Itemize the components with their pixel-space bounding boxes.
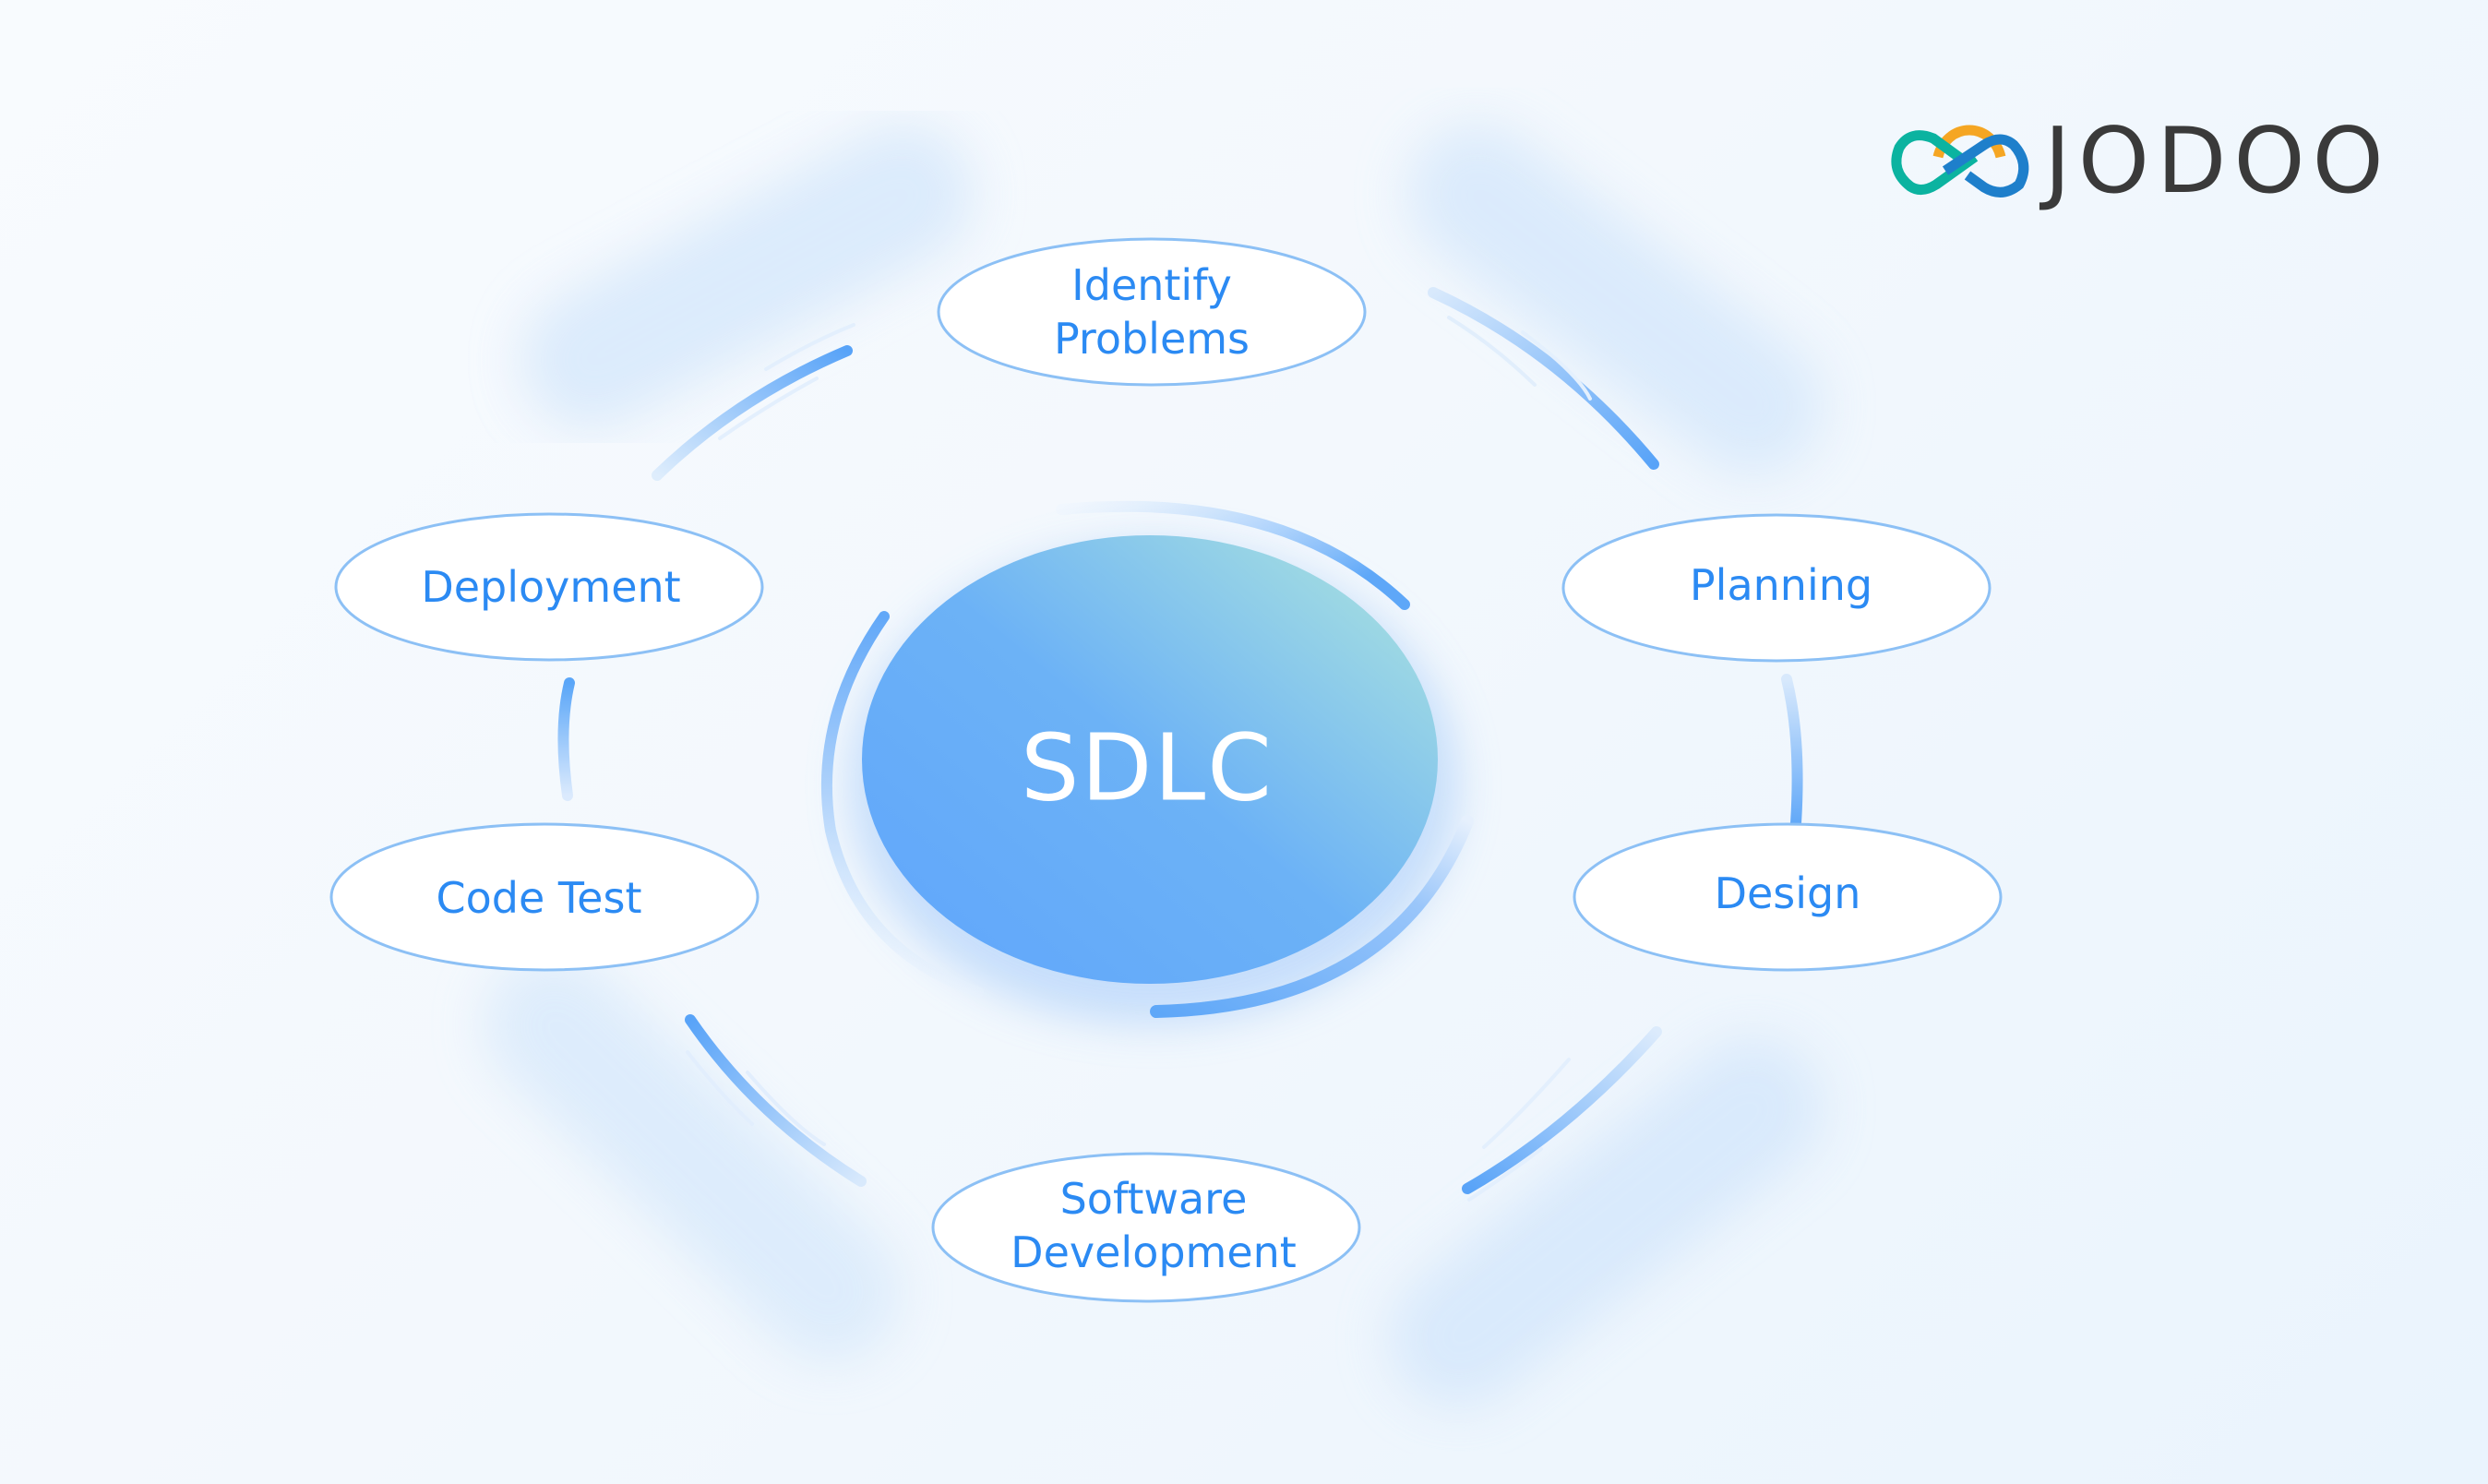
stage-label-identify-problems: Identify Problems: [1053, 260, 1250, 364]
stage-label-software-development: Software Development: [1011, 1174, 1297, 1277]
stage-label-deployment: Deployment: [421, 562, 681, 612]
stage-label-planning: Planning: [1689, 560, 1873, 610]
jodoo-logo: JODOO: [1883, 106, 2427, 217]
stage-label-design: Design: [1714, 868, 1861, 918]
connector-accent: [1467, 1147, 1543, 1202]
connector-codetest-to-deployment: [557, 677, 575, 801]
jodoo-infinity-logo-icon: [1891, 125, 2029, 197]
jodoo-logo-text: JODOO: [2044, 109, 2391, 214]
connector-planning-to-design: [1781, 674, 1803, 842]
center-label-sdlc: SDLC: [1020, 713, 1274, 822]
background-blob: [521, 125, 974, 429]
background-blob: [1389, 1038, 1823, 1407]
background-blob: [484, 955, 900, 1361]
background-blob: [1407, 125, 1823, 475]
stage-label-code-test: Code Test: [436, 873, 642, 923]
